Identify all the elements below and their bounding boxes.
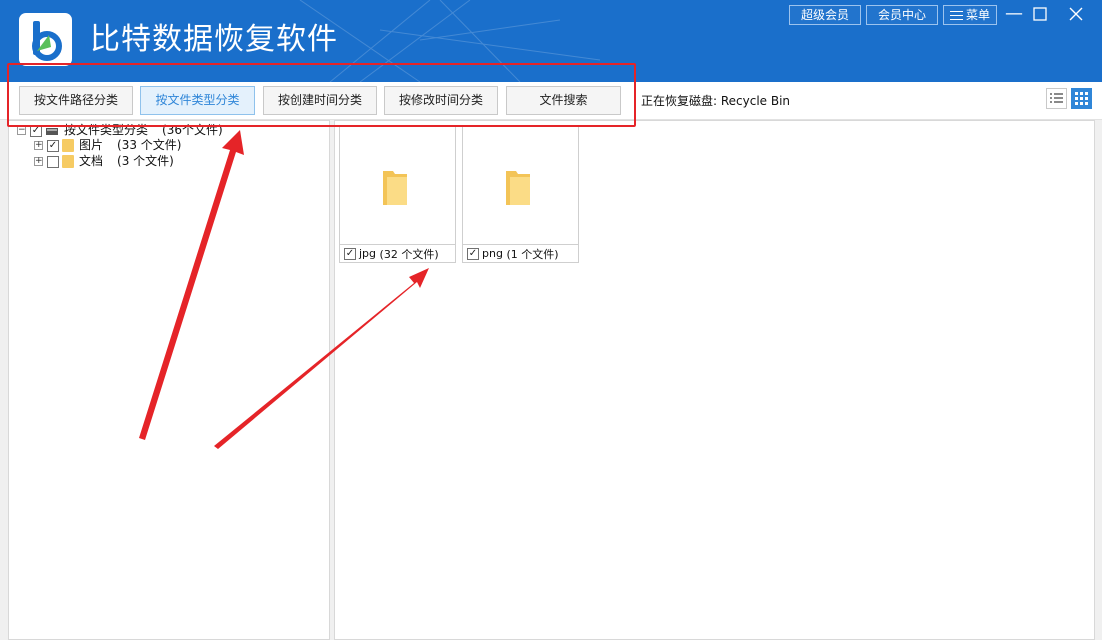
collapse-icon[interactable]: − [17, 126, 26, 135]
tree-item-label: 图片 [79, 138, 104, 152]
tree-item-count: (3 个文件) [117, 154, 174, 168]
grid-view-icon [1075, 92, 1088, 105]
logo-icon [32, 21, 62, 61]
title-bar: 比特数据恢复软件 超级会员 会员中心 菜单 — [0, 0, 1102, 82]
images-checkbox[interactable]: ✓ [47, 139, 59, 152]
tile-count: (1 个文件) [506, 247, 559, 261]
list-view-button[interactable] [1046, 88, 1067, 109]
recovering-disk-status: 正在恢复磁盘: Recycle Bin [641, 94, 791, 108]
category-tree-panel [8, 120, 330, 640]
png-checkbox[interactable]: ✓ [467, 247, 479, 260]
app-logo [19, 13, 72, 66]
folder-icon [62, 139, 74, 152]
file-type-tile-jpg[interactable]: ✓ jpg (32 个文件) [339, 126, 456, 263]
minimize-icon[interactable]: — [1002, 4, 1026, 24]
tree-root-count: (36个文件) [162, 123, 223, 137]
file-type-tile-png[interactable]: ✓ png (1 个文件) [462, 126, 579, 263]
tab-by-modified-time[interactable]: 按修改时间分类 [384, 86, 498, 115]
tile-label: jpg [359, 247, 377, 260]
menu-button[interactable]: 菜单 [943, 5, 997, 25]
expand-icon[interactable]: + [34, 157, 43, 166]
close-icon[interactable] [1064, 4, 1088, 24]
tree-item-images[interactable]: + ✓ 图片 (33 个文件) [34, 138, 181, 153]
tab-by-type[interactable]: 按文件类型分类 [140, 86, 255, 115]
tree-item-label: 文档 [79, 154, 104, 168]
menu-icon [949, 11, 963, 20]
menu-label: 菜单 [965, 8, 990, 22]
tree-root-row[interactable]: − ✓ 按文件类型分类 (36个文件) [17, 123, 223, 138]
list-view-icon [1050, 93, 1063, 103]
documents-checkbox[interactable] [47, 155, 59, 168]
tab-file-search[interactable]: 文件搜索 [506, 86, 621, 115]
maximize-icon[interactable] [1028, 4, 1052, 24]
super-member-button[interactable]: 超级会员 [789, 5, 861, 25]
member-center-button[interactable]: 会员中心 [866, 5, 938, 25]
tile-count: (32 个文件) [379, 247, 439, 261]
tile-label: png [482, 247, 503, 260]
folder-icon [62, 155, 74, 168]
jpg-checkbox[interactable]: ✓ [344, 247, 356, 260]
expand-icon[interactable]: + [34, 141, 43, 150]
tile-caption: ✓ jpg (32 个文件) [340, 244, 455, 262]
root-checkbox[interactable]: ✓ [30, 124, 42, 137]
drive-icon [46, 127, 58, 135]
tree-root-label: 按文件类型分类 [64, 123, 149, 137]
app-title: 比特数据恢复软件 [90, 22, 338, 57]
folder-icon [383, 171, 407, 205]
tile-caption: ✓ png (1 个文件) [463, 244, 578, 262]
tab-by-created-time[interactable]: 按创建时间分类 [263, 86, 377, 115]
tree-item-documents[interactable]: + 文档 (3 个文件) [34, 154, 174, 169]
tree-item-count: (33 个文件) [117, 138, 182, 152]
folder-icon [506, 171, 530, 205]
grid-view-button[interactable] [1071, 88, 1092, 109]
tab-by-path[interactable]: 按文件路径分类 [19, 86, 133, 115]
